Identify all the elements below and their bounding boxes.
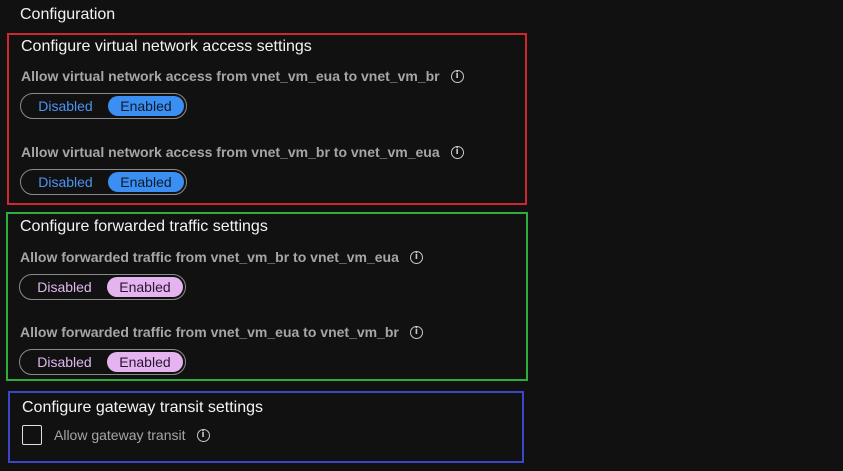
toggle-option-disabled[interactable]: Disabled <box>22 277 107 297</box>
toggle-option-disabled[interactable]: Disabled <box>23 96 108 116</box>
forwarded-br-to-eua-label-text: Allow forwarded traffic from vnet_vm_br … <box>20 249 399 265</box>
info-icon[interactable]: i <box>196 428 210 442</box>
info-icon[interactable]: i <box>450 69 464 83</box>
vnet-access-br-to-eua-label: Allow virtual network access from vnet_v… <box>21 144 464 160</box>
gateway-transit-checkbox[interactable] <box>22 425 42 445</box>
vnet-access-br-to-eua-label-text: Allow virtual network access from vnet_v… <box>21 144 440 160</box>
vnet-access-br-to-eua-toggle[interactable]: Disabled Enabled <box>20 169 187 195</box>
toggle-option-disabled[interactable]: Disabled <box>22 352 107 372</box>
forwarded-eua-to-br-label-text: Allow forwarded traffic from vnet_vm_eua… <box>20 324 399 340</box>
vnet-access-eua-to-br-label: Allow virtual network access from vnet_v… <box>21 68 464 84</box>
vnet-access-eua-to-br-label-text: Allow virtual network access from vnet_v… <box>21 68 440 84</box>
gateway-transit-section: Configure gateway transit settings Allow… <box>8 391 524 463</box>
gateway-transit-label: Allow gateway transit <box>54 427 186 443</box>
info-icon[interactable]: i <box>409 325 423 339</box>
vnet-access-section-title: Configure virtual network access setting… <box>21 38 312 55</box>
forwarded-br-to-eua-label: Allow forwarded traffic from vnet_vm_br … <box>20 249 423 265</box>
forwarded-eua-to-br-label: Allow forwarded traffic from vnet_vm_eua… <box>20 324 423 340</box>
page-title: Configuration <box>20 6 116 23</box>
toggle-option-disabled[interactable]: Disabled <box>23 172 108 192</box>
info-icon[interactable]: i <box>450 145 464 159</box>
toggle-option-enabled[interactable]: Enabled <box>107 96 184 116</box>
configuration-panel: Configuration Configure virtual network … <box>0 0 843 471</box>
forwarded-traffic-section-title: Configure forwarded traffic settings <box>20 218 268 235</box>
forwarded-traffic-section: Configure forwarded traffic settings All… <box>6 212 528 381</box>
vnet-access-section: Configure virtual network access setting… <box>7 33 527 205</box>
toggle-option-enabled[interactable]: Enabled <box>106 352 183 372</box>
toggle-option-enabled[interactable]: Enabled <box>107 172 184 192</box>
vnet-access-eua-to-br-toggle[interactable]: Disabled Enabled <box>20 93 187 119</box>
info-icon[interactable]: i <box>409 250 423 264</box>
gateway-transit-row: Allow gateway transit i <box>22 425 210 445</box>
forwarded-eua-to-br-toggle[interactable]: Disabled Enabled <box>19 349 186 375</box>
forwarded-br-to-eua-toggle[interactable]: Disabled Enabled <box>19 274 186 300</box>
gateway-transit-section-title: Configure gateway transit settings <box>22 399 264 416</box>
toggle-option-enabled[interactable]: Enabled <box>106 277 183 297</box>
